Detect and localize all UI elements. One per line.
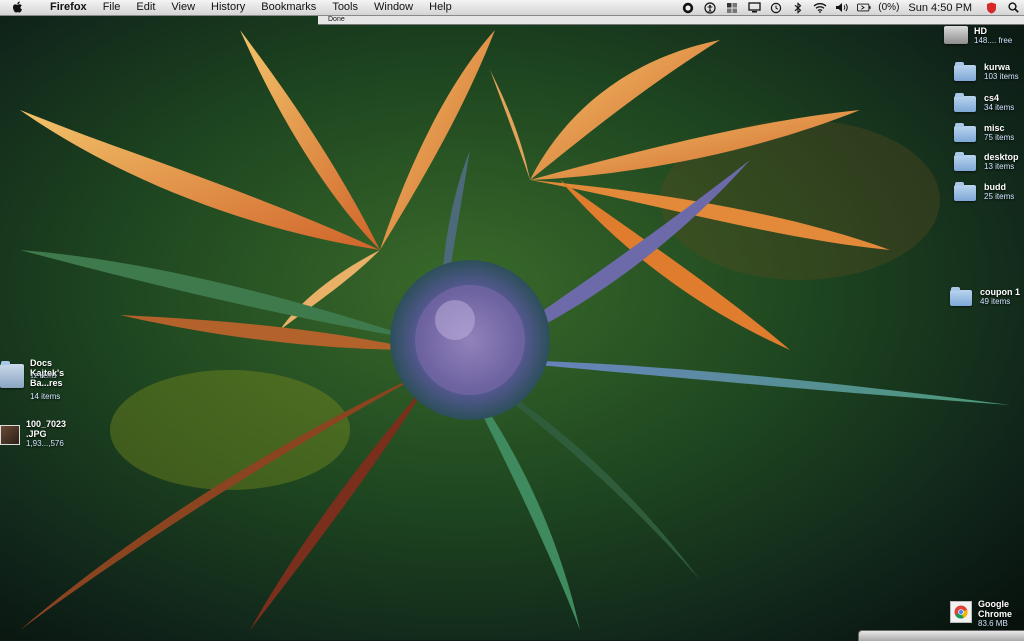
volume-icon[interactable] <box>835 2 849 14</box>
folder-name: misc <box>984 123 1005 133</box>
battery-icon[interactable] <box>857 2 871 14</box>
firefox-status-bar: Done <box>318 15 1024 25</box>
folder-count: 25 items <box>984 192 1015 201</box>
image-thumbnail <box>0 425 20 445</box>
menu-bar: Firefox File Edit View History Bookmarks… <box>0 0 1024 16</box>
file-info: 1,93...,576 <box>26 439 64 448</box>
drive-name: HD <box>974 26 987 36</box>
file-ext: .JPG <box>26 429 47 439</box>
folder-name: kurwa <box>984 62 1011 72</box>
display-icon[interactable] <box>747 2 761 14</box>
app-menu-firefox[interactable]: Firefox <box>42 0 95 15</box>
folder-icon <box>954 93 976 112</box>
menu-history[interactable]: History <box>203 0 253 15</box>
menubar-clock[interactable]: Sun 4:50 PM <box>908 2 972 14</box>
folder-name: coupon 1 <box>980 287 1020 297</box>
folder-count: 13 items <box>984 162 1015 171</box>
docs-label-line3: 12 items Ba...res <box>30 373 64 388</box>
chrome-label-line2: Chrome <box>978 609 1013 619</box>
folder-icon <box>954 152 976 171</box>
folder-count: 49 items <box>980 297 1011 306</box>
folder-icon <box>950 287 972 306</box>
folder-count: 103 items <box>984 72 1019 81</box>
docs-overlap-count: 12 items <box>30 373 57 380</box>
chrome-icon <box>950 601 972 623</box>
desktop-wallpaper <box>0 0 1024 640</box>
status-menus: (0%) Sun 4:50 PM <box>677 0 1024 15</box>
wifi-icon[interactable] <box>813 2 827 14</box>
folder-icon <box>0 361 24 388</box>
folder-icon <box>954 62 976 81</box>
chat-bubble-icon[interactable] <box>681 2 695 14</box>
menu-window[interactable]: Window <box>366 0 421 15</box>
menu-help[interactable]: Help <box>421 0 460 15</box>
folder-icon <box>954 123 976 142</box>
dock-edge[interactable] <box>858 630 1024 641</box>
spotlight-search-icon[interactable] <box>1006 2 1020 14</box>
user-shield-icon[interactable] <box>984 2 998 14</box>
menu-file[interactable]: File <box>95 0 129 15</box>
docs-label-line1: Docs <box>30 358 53 368</box>
menu-view[interactable]: View <box>163 0 203 15</box>
folder-count: 75 items <box>984 133 1015 142</box>
folder-name: budd <box>984 182 1006 192</box>
file-name: 100_7023 <box>26 419 67 429</box>
folder-name: cs4 <box>984 93 1000 103</box>
time-machine-icon[interactable] <box>769 2 783 14</box>
apple-menu-icon[interactable] <box>12 1 26 14</box>
menu-tools[interactable]: Tools <box>324 0 366 15</box>
status-text: Done <box>328 16 345 23</box>
folder-count: 34 items <box>984 103 1015 112</box>
menu-bookmarks[interactable]: Bookmarks <box>253 0 324 15</box>
chrome-size: 83.6 MB <box>978 619 1008 628</box>
folder-name: desktop <box>984 152 1019 162</box>
bluetooth-icon[interactable] <box>791 1 805 14</box>
drive-info: 148.... free <box>974 36 1013 45</box>
docs-count: 14 items <box>30 392 61 401</box>
spaces-icon[interactable] <box>725 2 739 14</box>
menu-edit[interactable]: Edit <box>128 0 163 15</box>
accessibility-icon[interactable] <box>703 1 717 14</box>
chrome-label-line1: Google <box>978 599 1009 609</box>
folder-icon <box>954 182 976 201</box>
battery-percent: (0%) <box>878 2 900 13</box>
hard-drive-icon <box>944 26 968 44</box>
